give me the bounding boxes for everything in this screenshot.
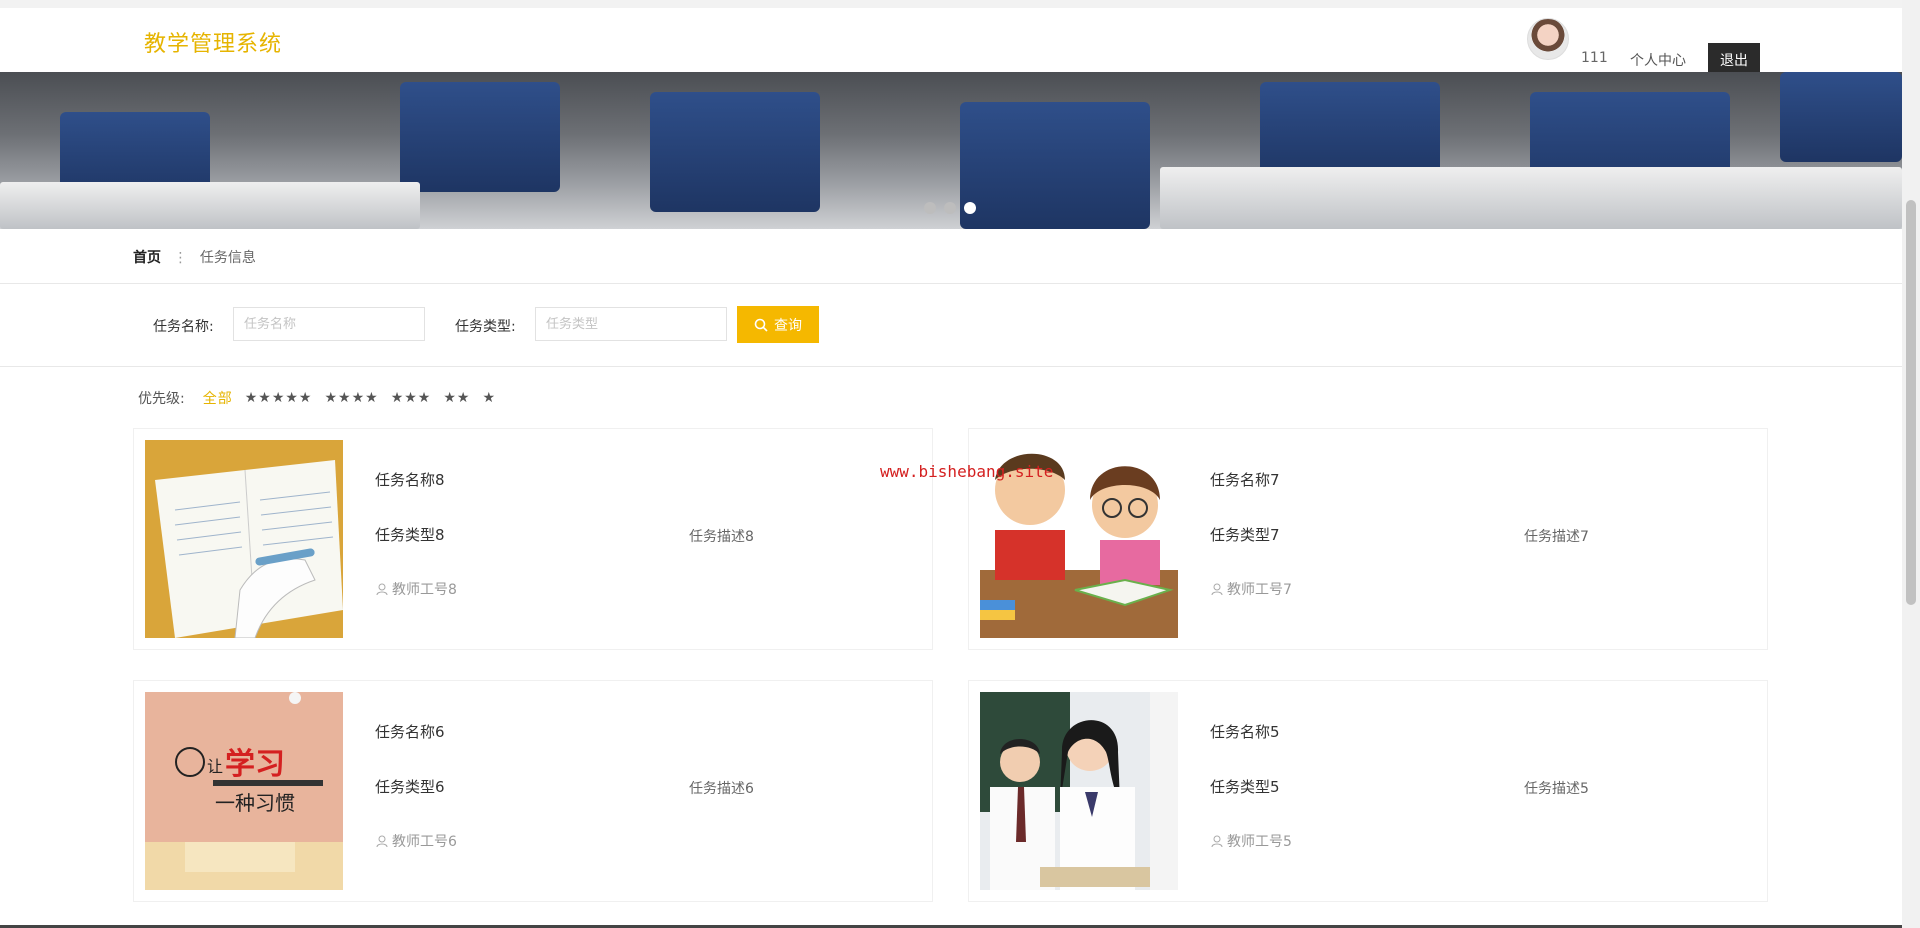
task-type: 任务类型8 xyxy=(375,526,445,544)
priority-option-all[interactable]: 全部 xyxy=(203,388,233,408)
task-description: 任务描述8 xyxy=(689,529,754,545)
teacher-id: 教师工号7 xyxy=(1210,579,1292,599)
teacher-id: 教师工号5 xyxy=(1210,831,1292,851)
task-card[interactable]: 任务名称7 任务类型7 任务描述7 教师工号7 xyxy=(968,428,1768,650)
query-button[interactable]: 查询 xyxy=(737,306,819,343)
task-card[interactable]: 让 学习 一种习惯 任务名称6 任务类型6 任务描述6 教师工号6 xyxy=(133,680,933,902)
task-name: 任务名称5 xyxy=(1210,723,1280,741)
teacher-id: 教师工号8 xyxy=(375,579,457,599)
search-icon xyxy=(754,318,768,332)
breadcrumb-home[interactable]: 首页 xyxy=(133,250,161,266)
svg-text:学习: 学习 xyxy=(225,747,285,782)
teacher-id: 教师工号6 xyxy=(375,831,457,851)
username: 111 xyxy=(1581,50,1608,66)
task-card[interactable]: 任务名称5 任务类型5 任务描述5 教师工号5 xyxy=(968,680,1768,902)
divider xyxy=(0,283,1902,284)
task-description: 任务描述6 xyxy=(689,781,754,797)
banner-carousel xyxy=(0,72,1902,229)
task-name: 任务名称8 xyxy=(375,471,445,489)
banner-image-chair xyxy=(650,92,820,212)
carousel-dot[interactable] xyxy=(924,202,936,214)
students-classroom-image xyxy=(980,692,1178,890)
banner-image-desk xyxy=(0,182,420,229)
task-description: 任务描述7 xyxy=(1524,529,1589,545)
scrollbar-thumb[interactable] xyxy=(1906,200,1916,605)
carousel-indicators xyxy=(924,202,976,214)
vertical-scrollbar[interactable] xyxy=(1902,0,1920,928)
task-name-input[interactable] xyxy=(233,307,425,341)
user-icon xyxy=(1211,835,1223,848)
task-name: 任务名称6 xyxy=(375,723,445,741)
task-type-input[interactable] xyxy=(535,307,727,341)
teacher-id-text: 教师工号6 xyxy=(392,834,457,850)
priority-option-4-stars[interactable]: ★★★★ xyxy=(324,390,378,406)
notebook-image xyxy=(145,440,343,638)
breadcrumb: 首页 ⋮ 任务信息 xyxy=(133,247,256,267)
divider xyxy=(0,366,1902,367)
banner-image-desk xyxy=(1160,167,1902,229)
top-header: 教学管理系统 111 个人中心 退出 xyxy=(0,0,1902,76)
personal-center-link[interactable]: 个人中心 xyxy=(1630,50,1686,70)
user-icon xyxy=(376,835,388,848)
svg-text:一种习惯: 一种习惯 xyxy=(215,791,295,815)
brand-title[interactable]: 教学管理系统 xyxy=(144,26,282,58)
task-type: 任务类型6 xyxy=(375,778,445,796)
priority-option-1-star[interactable]: ★ xyxy=(482,390,496,406)
user-icon xyxy=(1211,583,1223,596)
user-icon xyxy=(376,583,388,596)
task-name: 任务名称7 xyxy=(1210,471,1280,489)
svg-text:让: 让 xyxy=(207,757,223,776)
priority-label: 优先级: xyxy=(138,391,185,407)
banner-image-chair xyxy=(400,82,560,192)
teacher-id-text: 教师工号7 xyxy=(1227,582,1292,598)
task-card[interactable]: 任务名称8 任务类型8 任务描述8 教师工号8 xyxy=(133,428,933,650)
task-name-label: 任务名称: xyxy=(153,319,214,335)
study-habit-wall-image: 让 学习 一种习惯 xyxy=(145,692,343,890)
task-type: 任务类型5 xyxy=(1210,778,1280,796)
carousel-dot[interactable] xyxy=(944,202,956,214)
priority-option-2-stars[interactable]: ★★ xyxy=(443,390,470,406)
breadcrumb-current: 任务信息 xyxy=(199,250,256,266)
banner-image-chair xyxy=(1780,72,1902,162)
teacher-id-text: 教师工号5 xyxy=(1227,834,1292,850)
priority-option-5-stars[interactable]: ★★★★★ xyxy=(245,390,313,406)
task-type: 任务类型7 xyxy=(1210,526,1280,544)
query-button-label: 查询 xyxy=(774,317,802,334)
priority-option-3-stars[interactable]: ★★★ xyxy=(391,390,432,406)
breadcrumb-separator: ⋮ xyxy=(173,250,188,266)
avatar[interactable] xyxy=(1527,18,1569,60)
carousel-dot-active[interactable] xyxy=(964,202,976,214)
teacher-id-text: 教师工号8 xyxy=(392,582,457,598)
task-type-label: 任务类型: xyxy=(455,319,516,335)
banner-image-chair xyxy=(960,102,1150,229)
task-description: 任务描述5 xyxy=(1524,781,1589,797)
watermark-text: www.bishebang.site xyxy=(880,462,1054,481)
priority-filter: 优先级: 全部 ★★★★★ ★★★★ ★★★ ★★ ★ xyxy=(138,388,496,408)
